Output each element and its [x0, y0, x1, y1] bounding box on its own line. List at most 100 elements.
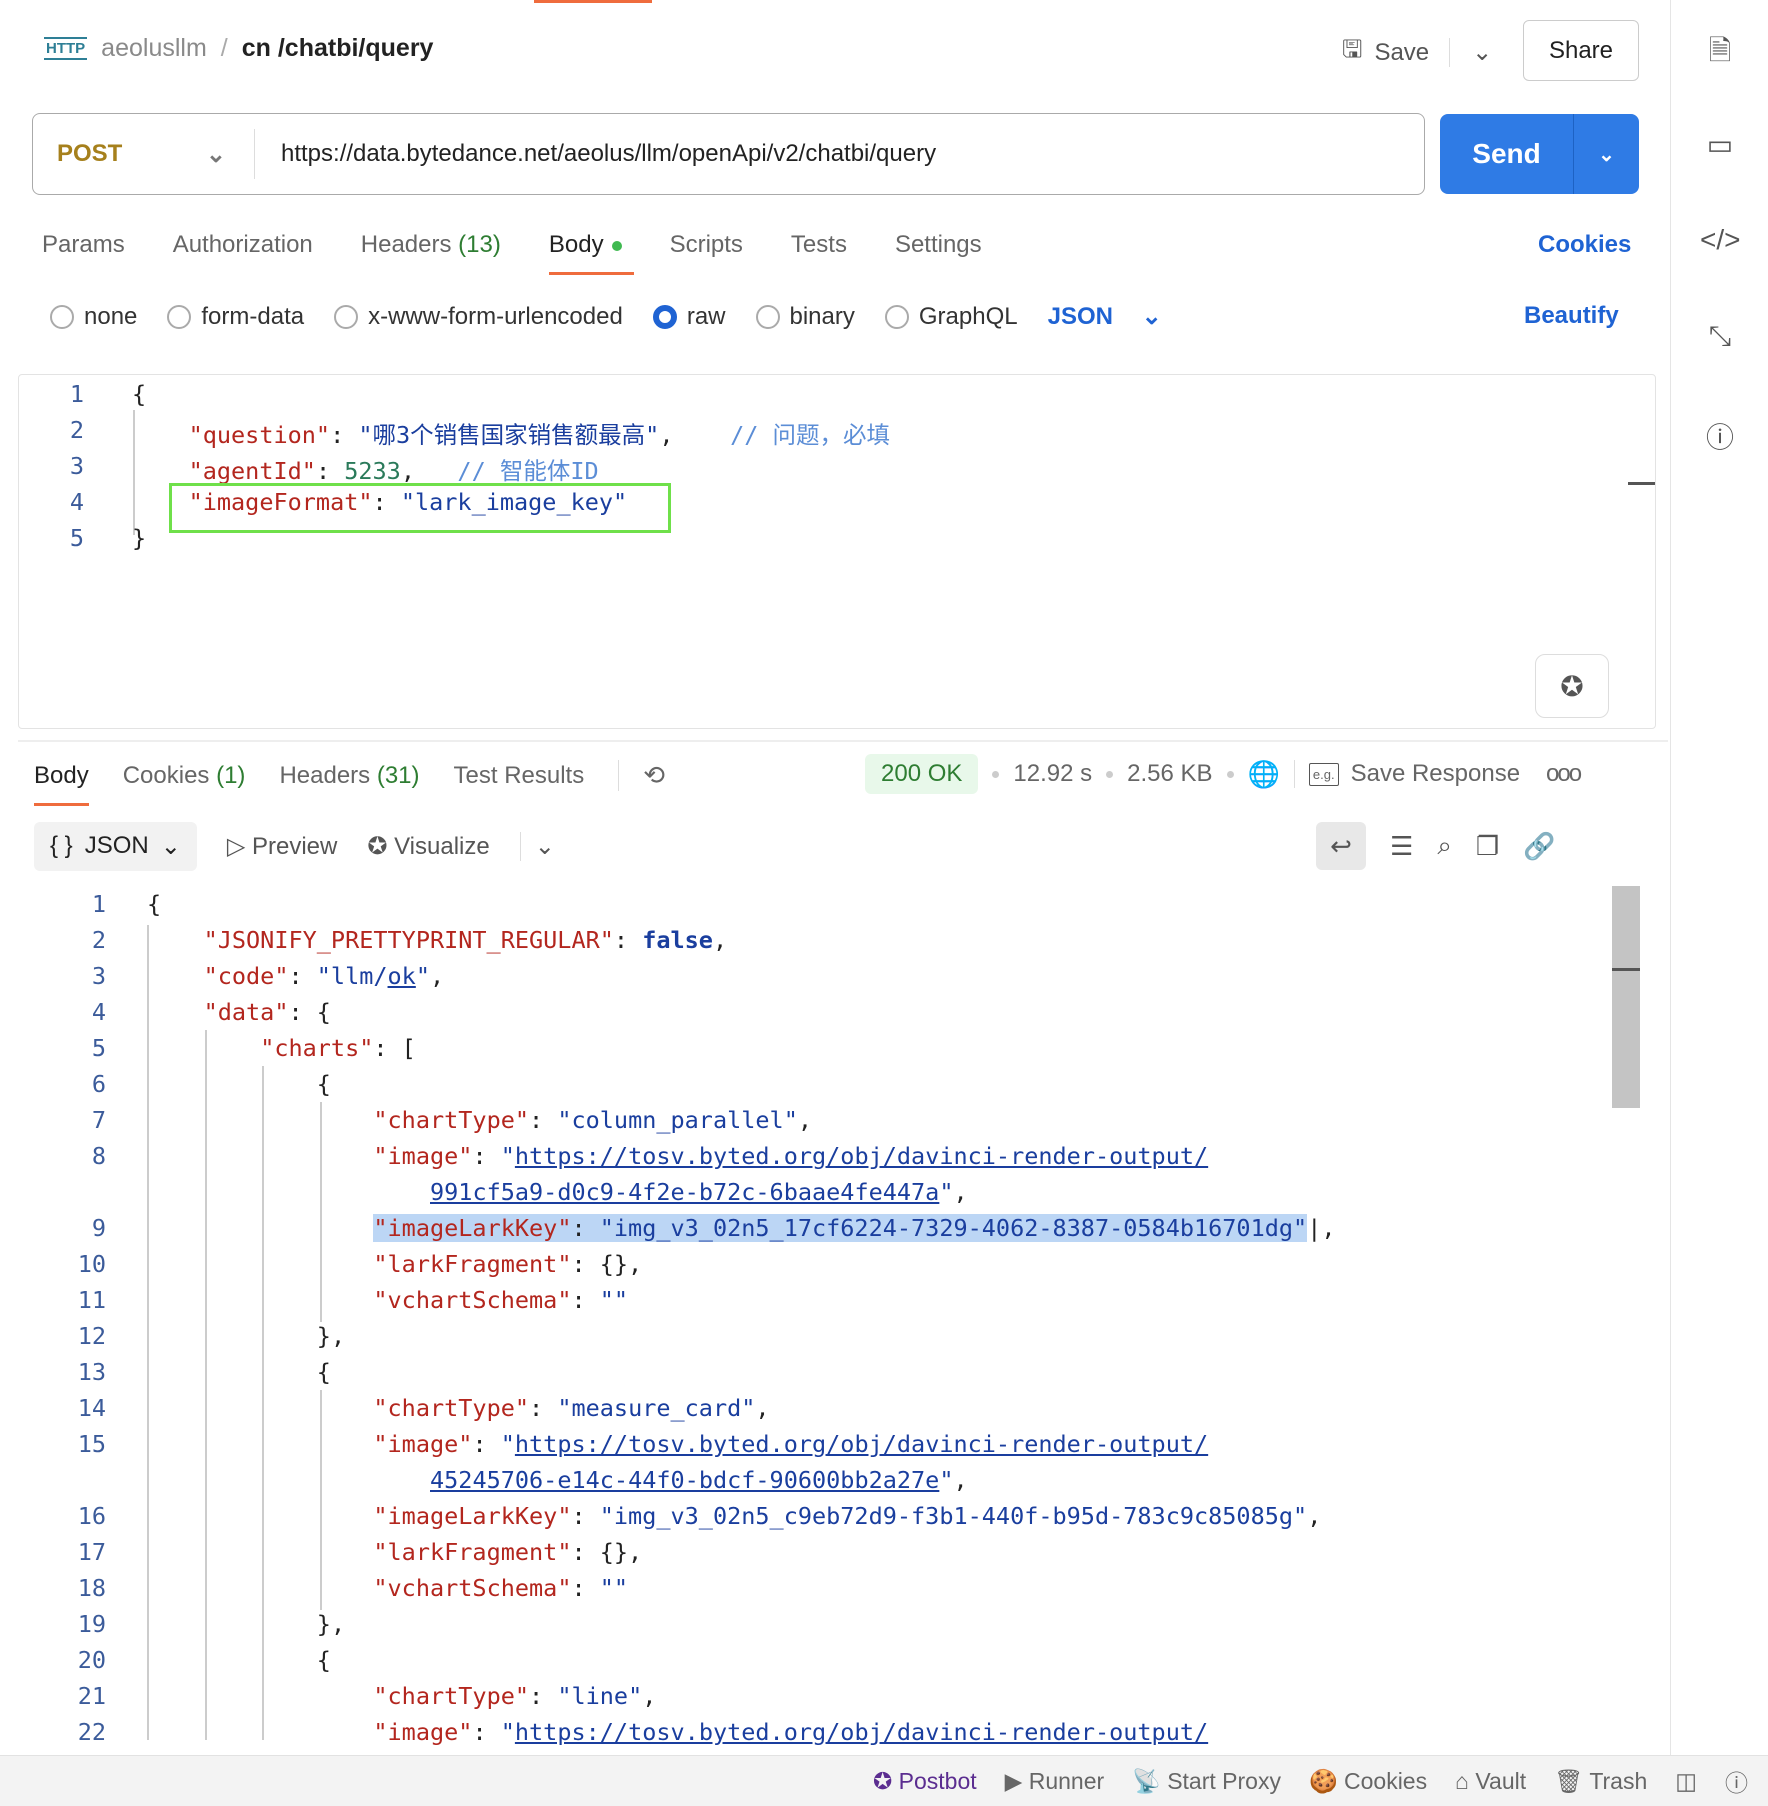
response-time[interactable]: 12.92 s [1013, 760, 1092, 788]
radio-circle[interactable] [334, 304, 359, 329]
save-dropdown-chevron-icon[interactable]: ⌄ [1449, 38, 1492, 67]
beautify-button[interactable]: Beautify [1524, 302, 1619, 330]
http-icon: HTTP [44, 37, 88, 60]
tab-authorization[interactable]: Authorization [173, 231, 313, 259]
tab-params[interactable]: Params [42, 231, 125, 259]
history-icon[interactable]: ⟲ [618, 760, 665, 791]
radio-binary[interactable]: binary [755, 303, 855, 331]
code-line[interactable]: "imageLarkKey": "img_v3_02n5_c9eb72d9-f3… [373, 1502, 1321, 1530]
tab-label: Cookies [122, 761, 210, 789]
search-icon[interactable]: ⌕ [1437, 830, 1452, 862]
footer-postbot[interactable]: ✪ Postbot [873, 1768, 977, 1795]
help-icon[interactable]: ⓘ [1725, 1764, 1748, 1798]
footer-cookies[interactable]: 🍪 Cookies [1309, 1768, 1427, 1795]
send-button[interactable]: Send ⌄ [1440, 114, 1639, 194]
code-line[interactable]: "chartType": "measure_card", [373, 1394, 769, 1422]
radio-circle-selected[interactable] [652, 304, 677, 329]
code-line[interactable]: { [317, 1358, 331, 1386]
line-number: 2 [91, 926, 106, 954]
code-line[interactable]: "larkFragment": {}, [373, 1250, 642, 1278]
code-line[interactable]: "code": "llm/ok", [204, 962, 445, 990]
comments-icon[interactable]: ▭ [1700, 128, 1740, 161]
code-line[interactable]: "larkFragment": {}, [373, 1538, 642, 1566]
send-options-chevron-icon[interactable]: ⌄ [1574, 142, 1639, 167]
footer-vault[interactable]: ⌂ Vault [1455, 1768, 1526, 1795]
radio-urlencoded[interactable]: x-www-form-urlencoded [334, 303, 623, 331]
save-response-button[interactable]: e.g. Save Response [1308, 760, 1520, 788]
tab-scripts[interactable]: Scripts [670, 231, 743, 259]
radio-raw[interactable]: raw [652, 303, 726, 331]
collection-link[interactable]: aeolusllm [101, 34, 207, 63]
code-line[interactable]: "agentId": 5233, // 智能体ID [189, 452, 599, 486]
code-line[interactable]: "image": "https://tosv.byted.org/obj/dav… [373, 1718, 1208, 1746]
code-line[interactable]: 991cf5a9-d0c9-4f2e-b72c-6baae4fe447a", [430, 1178, 968, 1206]
footer-start-proxy[interactable]: 📡 Start Proxy [1132, 1768, 1281, 1795]
code-line[interactable]: { [317, 1070, 331, 1098]
code-icon[interactable]: </> [1700, 224, 1740, 256]
code-line[interactable]: "data": { [204, 998, 331, 1026]
code-line[interactable]: }, [317, 1322, 345, 1350]
radio-graphql[interactable]: GraphQL [884, 303, 1018, 331]
response-size[interactable]: 2.56 KB [1127, 760, 1212, 788]
info-icon[interactable]: ⓘ [1700, 416, 1740, 456]
status-badge[interactable]: 200 OK [865, 754, 979, 794]
copy-icon[interactable]: ❐ [1476, 831, 1499, 862]
send-label[interactable]: Send [1440, 114, 1574, 194]
footer-trash[interactable]: 🗑 Trash [1554, 1768, 1647, 1795]
save-button[interactable]: 🖫 Save ⌄ [1342, 32, 1492, 73]
visualize-icon: ✪ [367, 833, 388, 860]
footer-runner[interactable]: ▶ Runner [1005, 1768, 1105, 1795]
related-collections-icon[interactable]: ⤡ [1700, 320, 1740, 353]
code-line[interactable]: "charts": [ [260, 1034, 416, 1062]
code-line[interactable]: { [132, 380, 146, 408]
documentation-icon[interactable]: 🗎 [1700, 30, 1740, 78]
radio-none[interactable]: none [50, 303, 137, 331]
response-format-select[interactable]: { } JSON ⌄ [34, 822, 197, 871]
code-line[interactable]: "question": "哪3个销售国家销售额最高", // 问题，必填 [189, 416, 890, 450]
filter-icon[interactable]: ☰ [1390, 831, 1413, 862]
status-bar: ✪ Postbot ▶ Runner 📡 Start Proxy 🍪 Cooki… [0, 1755, 1768, 1806]
raw-format-select[interactable]: JSON ⌄ [1048, 302, 1162, 331]
tab-body[interactable]: Body [548, 231, 634, 275]
code-line[interactable]: "vchartSchema": "" [373, 1286, 628, 1314]
url-input[interactable]: https://data.bytedance.net/aeolus/llm/op… [255, 140, 936, 168]
code-line[interactable]: "image": "https://tosv.byted.org/obj/dav… [373, 1142, 1208, 1170]
code-line[interactable]: "imageLarkKey": "img_v3_02n5_17cf6224-73… [373, 1214, 1335, 1242]
scrollbar-thumb[interactable] [1612, 886, 1640, 1108]
visualize-button[interactable]: ✪ Visualize [367, 832, 489, 861]
two-pane-layout-icon[interactable]: ◫ [1675, 1768, 1697, 1795]
tab-headers[interactable]: Headers (13) [361, 231, 501, 259]
response-tab-headers[interactable]: Headers (31) [279, 762, 419, 790]
code-line[interactable]: { [147, 890, 161, 918]
share-button[interactable]: Share [1523, 20, 1639, 81]
code-line[interactable]: "chartType": "column_parallel", [373, 1106, 812, 1134]
radio-circle[interactable] [50, 304, 74, 329]
link-icon[interactable]: 🔗 [1523, 831, 1555, 862]
visualize-chevron-icon[interactable]: ⌄ [519, 832, 555, 861]
tab-tests[interactable]: Tests [791, 231, 847, 259]
more-options-icon[interactable]: ooo [1546, 760, 1582, 788]
radio-circle[interactable] [755, 304, 780, 329]
response-tab-body[interactable]: Body [34, 762, 89, 806]
preview-button[interactable]: ▷ Preview [227, 832, 338, 861]
code-line[interactable]: } [132, 524, 146, 552]
response-tab-cookies[interactable]: Cookies (1) [123, 762, 246, 790]
cookies-link[interactable]: Cookies [1538, 231, 1631, 259]
tab-settings[interactable]: Settings [895, 231, 982, 259]
radio-circle[interactable] [884, 304, 909, 329]
code-line[interactable]: "image": "https://tosv.byted.org/obj/dav… [373, 1430, 1208, 1458]
postbot-assist-button[interactable]: ✪ [1535, 654, 1609, 718]
wrap-lines-icon[interactable]: ↩ [1316, 822, 1366, 870]
radio-form-data[interactable]: form-data [167, 303, 304, 331]
code-line[interactable]: 45245706-e14c-44f0-bdcf-90600bb2a27e", [430, 1466, 968, 1494]
code-line[interactable]: "vchartSchema": "" [373, 1574, 628, 1602]
code-line[interactable]: "chartType": "line", [373, 1682, 656, 1710]
network-globe-lock-icon[interactable]: 🌐 [1248, 759, 1280, 790]
response-tab-test-results[interactable]: Test Results [454, 762, 585, 790]
code-line[interactable]: }, [317, 1610, 345, 1638]
request-name[interactable]: cn /chatbi/query [242, 34, 434, 63]
code-line[interactable]: { [317, 1646, 331, 1674]
radio-circle[interactable] [167, 304, 192, 329]
method-select[interactable]: POST ⌄ [33, 129, 255, 179]
code-line[interactable]: "JSONIFY_PRETTYPRINT_REGULAR": false, [204, 926, 728, 954]
